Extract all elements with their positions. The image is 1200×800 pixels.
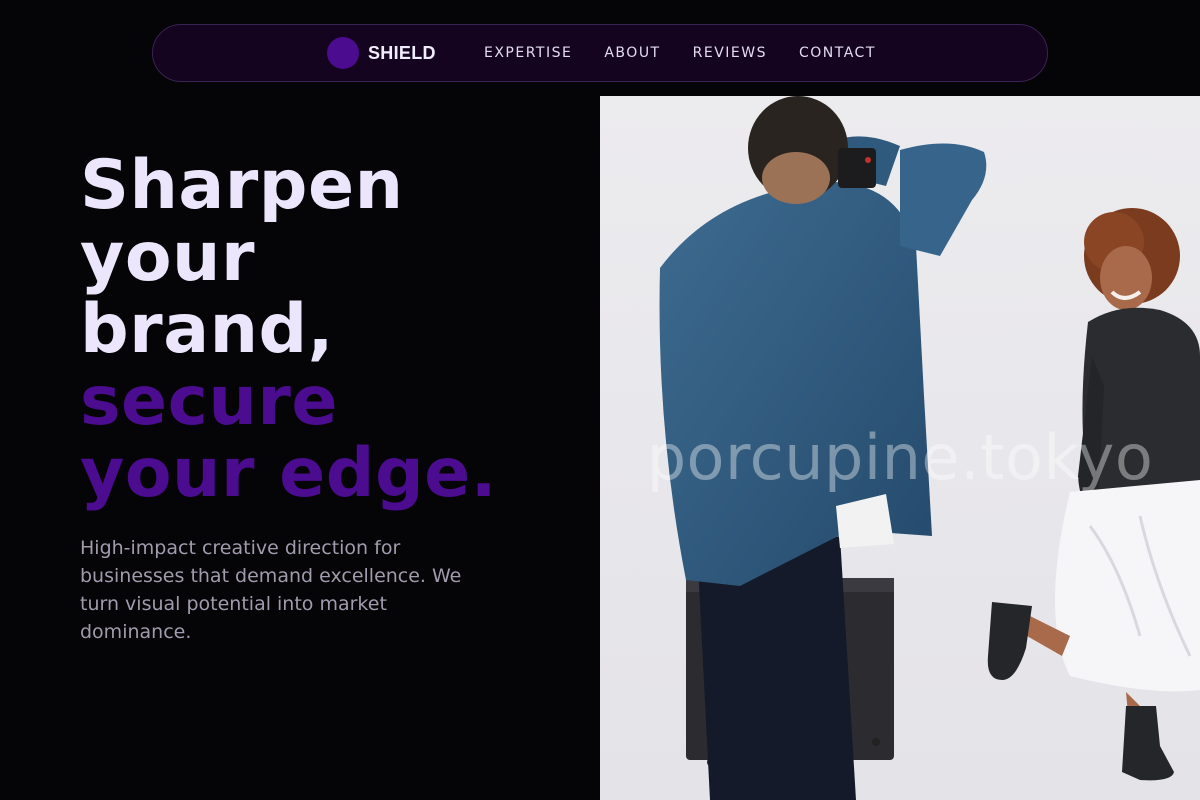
nav-links: EXPERTISE ABOUT REVIEWS CONTACT xyxy=(484,25,876,81)
brand-name: SHIELD xyxy=(368,42,436,63)
hero-section: Sharpen your brand, secure your edge. Hi… xyxy=(80,150,580,646)
brand-logo-link[interactable]: SHIELD xyxy=(327,25,436,81)
headline-accent-line: your edge. xyxy=(80,434,498,513)
nav-link-reviews[interactable]: REVIEWS xyxy=(693,45,767,61)
watermark-text: porcupine.tokyo xyxy=(646,421,1154,494)
hero-subcopy: High-impact creative direction for busin… xyxy=(80,537,462,643)
headline-line: your xyxy=(80,218,255,297)
hero-photo: porcupine.tokyo xyxy=(600,96,1200,800)
headline-line: Sharpen xyxy=(80,146,404,225)
brand-circle-icon xyxy=(327,37,359,69)
top-nav: SHIELD EXPERTISE ABOUT REVIEWS CONTACT xyxy=(152,24,1048,82)
nav-link-about[interactable]: ABOUT xyxy=(604,45,660,61)
headline-line: brand, xyxy=(80,290,335,369)
nav-link-expertise[interactable]: EXPERTISE xyxy=(484,45,572,61)
headline-accent-line: secure xyxy=(80,362,338,441)
nav-link-contact[interactable]: CONTACT xyxy=(799,45,876,61)
hero-headline: Sharpen your brand, secure your edge. xyxy=(80,150,580,510)
